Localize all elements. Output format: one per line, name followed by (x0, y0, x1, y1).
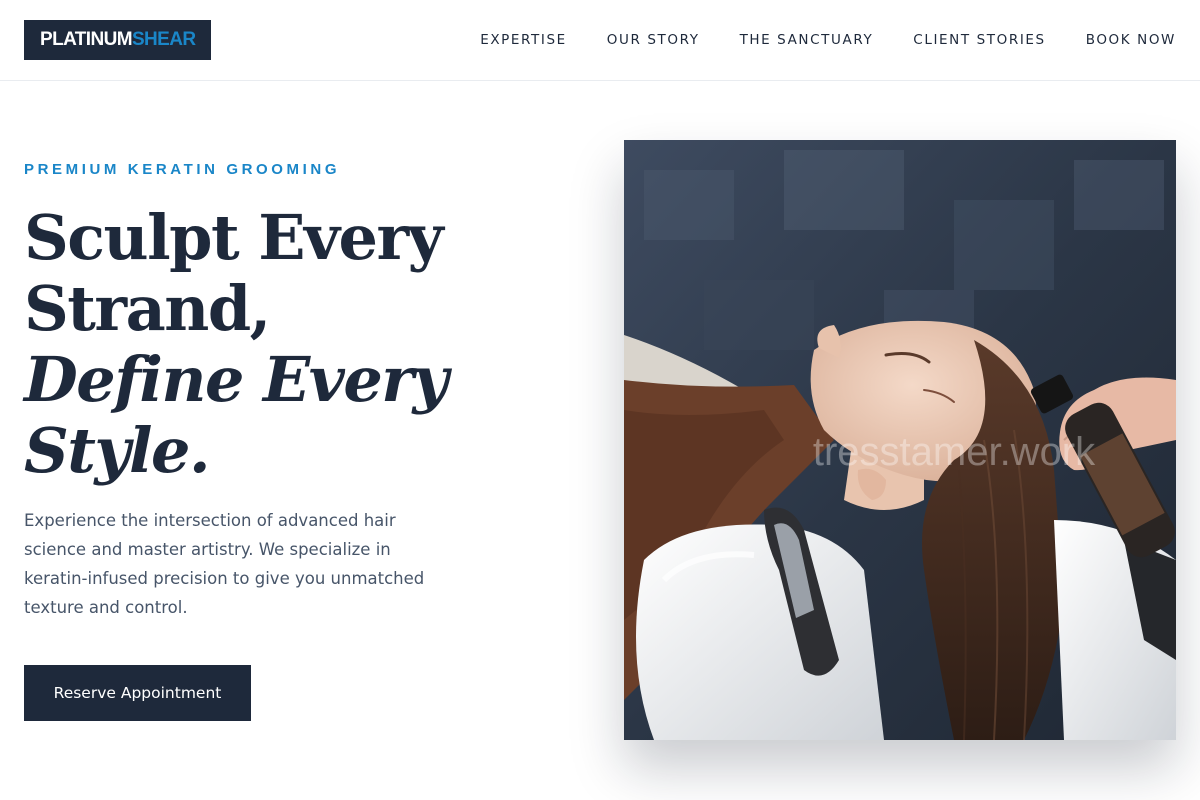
salon-hair-wash-illustration: tresstamer.work (624, 140, 1176, 740)
image-watermark: tresstamer.work (813, 430, 1096, 474)
hero-content: PREMIUM KERATIN GROOMING Sculpt Every St… (24, 160, 544, 622)
brand-name-accent: SHEAR (131, 29, 196, 50)
nav-link-book-now[interactable]: BOOK NOW (1086, 31, 1176, 49)
headline-line-3: Define Every (24, 343, 448, 416)
nav-link-our-story[interactable]: OUR STORY (607, 31, 700, 49)
nav-menu: EXPERTISE OUR STORY THE SANCTUARY CLIENT… (480, 31, 1176, 49)
brand-name-main: PLATINUM (40, 29, 133, 50)
hero-image: tresstamer.work (624, 140, 1176, 740)
headline-line-4: Style. (24, 414, 211, 487)
nav-link-client-stories[interactable]: CLIENT STORIES (913, 31, 1045, 49)
headline-line-2: Strand, (24, 272, 271, 345)
reserve-appointment-button[interactable]: Reserve Appointment (24, 665, 251, 721)
headline-line-1: Sculpt Every (24, 201, 444, 274)
nav-link-the-sanctuary[interactable]: THE SANCTUARY (740, 31, 874, 49)
brand-logo[interactable]: PLATINUM SHEAR (24, 20, 212, 60)
hero-headline: Sculpt Every Strand, Define Every Style. (24, 202, 544, 486)
nav-link-expertise[interactable]: EXPERTISE (480, 31, 567, 49)
top-navigation: PLATINUM SHEAR EXPERTISE OUR STORY THE S… (0, 0, 1200, 81)
hero-eyebrow: PREMIUM KERATIN GROOMING (24, 161, 341, 178)
hero-description: Experience the intersection of advanced … (24, 511, 425, 617)
